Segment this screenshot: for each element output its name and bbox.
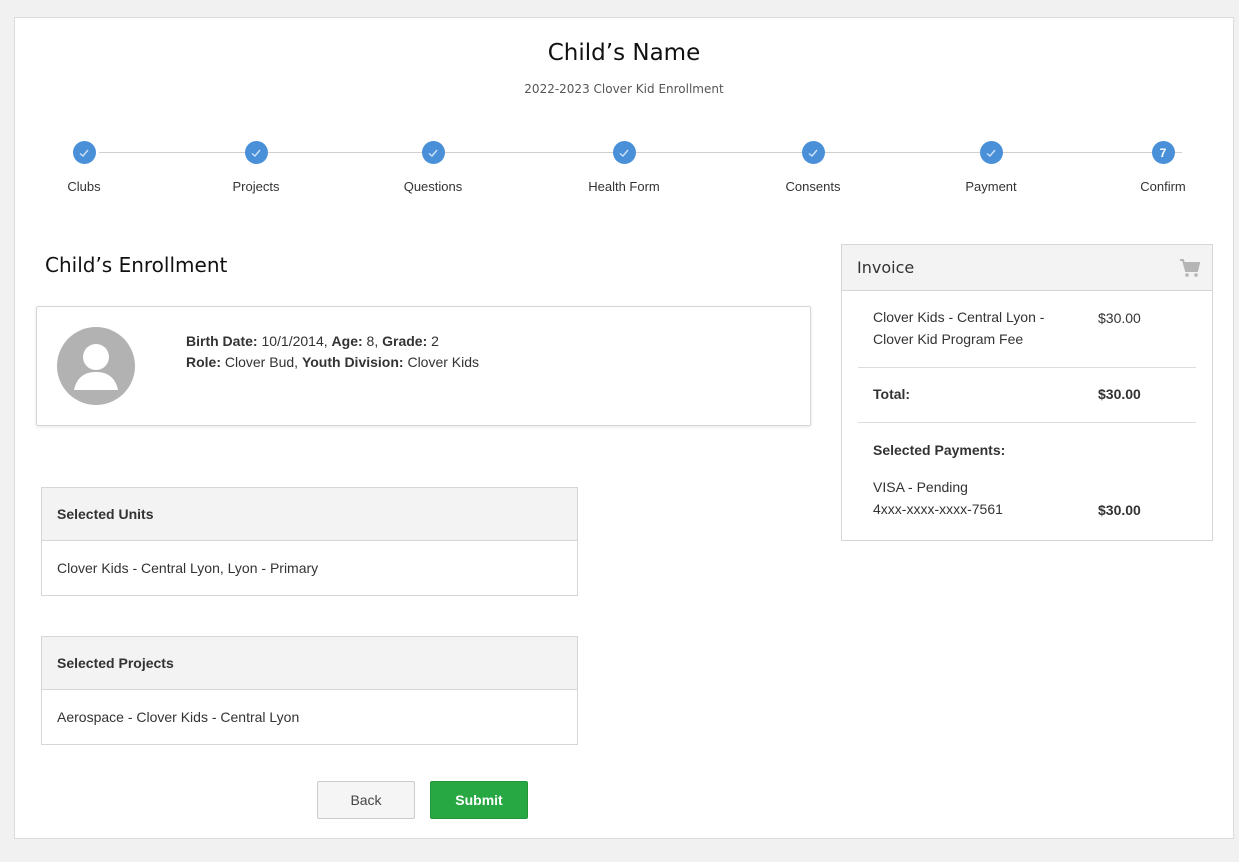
cart-icon [1180, 259, 1201, 277]
check-icon [244, 141, 268, 164]
check-icon [421, 141, 445, 164]
invoice-header: Invoice [842, 245, 1212, 291]
grade-value: 2 [431, 333, 439, 349]
profile-details: Birth Date: 10/1/2014, Age: 8, Grade: 2 … [186, 331, 479, 373]
enrollment-heading: Child’s Enrollment [45, 253, 228, 277]
invoice-title: Invoice [857, 258, 915, 277]
step-payment[interactable]: Payment [931, 141, 1051, 194]
division-label: Youth Division: [301, 354, 404, 370]
enrollment-card: Child’s Name 2022-2023 Clover Kid Enroll… [14, 17, 1234, 839]
child-profile-card: Birth Date: 10/1/2014, Age: 8, Grade: 2 … [36, 306, 811, 426]
step-projects[interactable]: Projects [196, 141, 316, 194]
birth-date-label: Birth Date: [186, 333, 258, 349]
payment-amount: $30.00 [1098, 502, 1141, 518]
divider [858, 367, 1196, 368]
step-label: Clubs [67, 179, 101, 194]
check-icon [72, 141, 96, 164]
progress-stepper: Clubs Projects Questions Health Form Con [15, 138, 1235, 198]
step-consents[interactable]: Consents [753, 141, 873, 194]
selected-units-panel: Selected Units Clover Kids - Central Lyo… [41, 487, 578, 596]
step-label: Confirm [1140, 179, 1186, 194]
role-value: Clover Bud [224, 354, 295, 370]
step-clubs[interactable]: Clubs [24, 141, 144, 194]
step-label: Questions [403, 179, 463, 194]
selected-payments-label: Selected Payments: [873, 442, 1006, 458]
back-button[interactable]: Back [317, 781, 415, 819]
payment-card-number: 4xxx-xxxx-xxxx-7561 [873, 501, 1003, 517]
step-label: Projects [232, 179, 280, 194]
invoice-item-line-1: Clover Kids - Central Lyon - [873, 309, 1045, 325]
page-subtitle: 2022-2023 Clover Kid Enrollment [524, 82, 724, 96]
age-label: Age: [331, 333, 363, 349]
step-questions[interactable]: Questions [373, 141, 493, 194]
check-icon [801, 141, 825, 164]
submit-button[interactable]: Submit [430, 781, 528, 819]
invoice-panel: Invoice Clover Kids - Central Lyon - Clo… [841, 244, 1213, 541]
step-number: 7 [1151, 141, 1175, 164]
role-label: Role: [186, 354, 221, 370]
profile-line-2: Role: Clover Bud, Youth Division: Clover… [186, 354, 480, 370]
check-icon [612, 141, 636, 164]
panel-header: Selected Units [42, 488, 577, 541]
panel-value: Clover Kids - Central Lyon, Lyon - Prima… [57, 560, 319, 576]
payment-status: VISA - Pending [873, 479, 968, 495]
panel-header: Selected Projects [42, 637, 577, 690]
division-value: Clover Kids [407, 354, 480, 370]
check-icon [979, 141, 1003, 164]
step-confirm[interactable]: 7 Confirm [1103, 141, 1223, 194]
invoice-item-amount: $30.00 [1098, 310, 1141, 326]
step-health-form[interactable]: Health Form [564, 141, 684, 194]
page-title: Child’s Name [547, 40, 701, 66]
profile-line-1: Birth Date: 10/1/2014, Age: 8, Grade: 2 [186, 333, 439, 349]
selected-projects-panel: Selected Projects Aerospace - Clover Kid… [41, 636, 578, 745]
birth-date-value: 10/1/2014 [261, 333, 324, 349]
total-amount: $30.00 [1098, 386, 1141, 402]
payment-method: VISA - Pending 4xxx-xxxx-xxxx-7561 [873, 476, 1003, 520]
panel-value: Aerospace - Clover Kids - Central Lyon [57, 709, 300, 725]
invoice-item: Clover Kids - Central Lyon - Clover Kid … [873, 306, 1044, 350]
avatar [57, 327, 135, 405]
step-label: Payment [965, 179, 1017, 194]
grade-label: Grade: [382, 333, 428, 349]
age-value: 8 [366, 333, 375, 349]
total-label: Total: [873, 386, 911, 402]
invoice-item-line-2: Clover Kid Program Fee [873, 331, 1024, 347]
step-label: Health Form [588, 179, 660, 194]
step-label: Consents [785, 179, 841, 194]
divider [858, 422, 1196, 423]
